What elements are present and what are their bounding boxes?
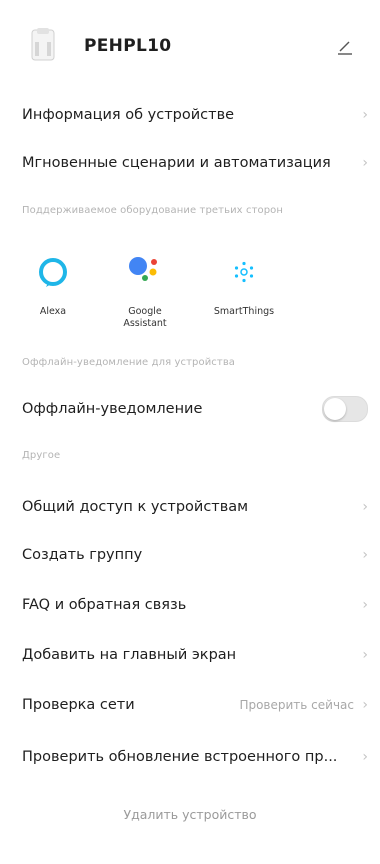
edit-icon[interactable] xyxy=(334,36,356,58)
google-assistant-icon xyxy=(129,257,157,281)
chevron-right-icon: › xyxy=(362,155,368,171)
firmware-update-label: Проверить обновление встроенного пр... xyxy=(22,749,338,765)
header: PEHPL10 xyxy=(0,0,380,92)
service-alexa[interactable]: Alexa xyxy=(0,246,110,346)
offline-notification-label: Оффлайн-уведомление xyxy=(22,401,203,417)
smartthings-icon xyxy=(234,261,254,283)
alexa-icon xyxy=(39,258,67,287)
offline-notification-row: Оффлайн-уведомление xyxy=(0,384,380,434)
third-party-section-title: Поддерживаемое оборудование третьих стор… xyxy=(22,205,284,216)
offline-section-title: Оффлайн-уведомление для устройства xyxy=(22,357,236,368)
add-home-screen-label: Добавить на главный экран xyxy=(22,647,237,663)
device-icon xyxy=(31,28,55,61)
chevron-right-icon: › xyxy=(362,647,368,663)
service-google-assistant[interactable]: Google Assistant xyxy=(100,246,200,346)
add-home-screen-row[interactable]: Добавить на главный экран › xyxy=(0,630,380,680)
share-devices-label: Общий доступ к устройствам xyxy=(22,499,249,515)
third-party-services: Alexa Google Assistant SmartThings xyxy=(0,246,380,346)
chevron-right-icon: › xyxy=(362,499,368,515)
network-check-value: Проверить сейчас xyxy=(239,698,354,712)
delete-device-button[interactable]: Удалить устройство xyxy=(0,792,380,836)
service-label: Google Assistant xyxy=(123,306,167,329)
create-group-label: Создать группу xyxy=(22,547,143,563)
offline-notification-toggle[interactable] xyxy=(322,396,368,422)
faq-feedback-label: FAQ и обратная связь xyxy=(22,597,187,613)
chevron-right-icon: › xyxy=(362,597,368,613)
chevron-right-icon: › xyxy=(362,697,368,713)
faq-feedback-row[interactable]: FAQ и обратная связь › xyxy=(0,580,380,630)
device-info-row[interactable]: Информация об устройстве › xyxy=(0,90,380,140)
service-label: Alexa xyxy=(39,306,67,317)
network-check-label: Проверка сети xyxy=(22,697,135,713)
chevron-right-icon: › xyxy=(362,107,368,123)
scenes-automation-row[interactable]: Мгновенные сценарии и автоматизация › xyxy=(0,138,380,188)
device-name: PEHPL10 xyxy=(84,36,172,56)
other-section-title: Другое xyxy=(22,450,61,461)
service-label: SmartThings xyxy=(213,306,275,317)
chevron-right-icon: › xyxy=(362,547,368,563)
chevron-right-icon: › xyxy=(362,749,368,765)
delete-device-label: Удалить устройство xyxy=(123,806,257,822)
device-info-label: Информация об устройстве xyxy=(22,107,235,123)
create-group-row[interactable]: Создать группу › xyxy=(0,530,380,580)
service-smartthings[interactable]: SmartThings xyxy=(196,246,296,346)
firmware-update-row[interactable]: Проверить обновление встроенного пр... › xyxy=(0,732,380,782)
network-check-row[interactable]: Проверка сети Проверить сейчас › xyxy=(0,680,380,730)
scenes-automation-label: Мгновенные сценарии и автоматизация xyxy=(22,155,331,171)
share-devices-row[interactable]: Общий доступ к устройствам › xyxy=(0,482,380,532)
